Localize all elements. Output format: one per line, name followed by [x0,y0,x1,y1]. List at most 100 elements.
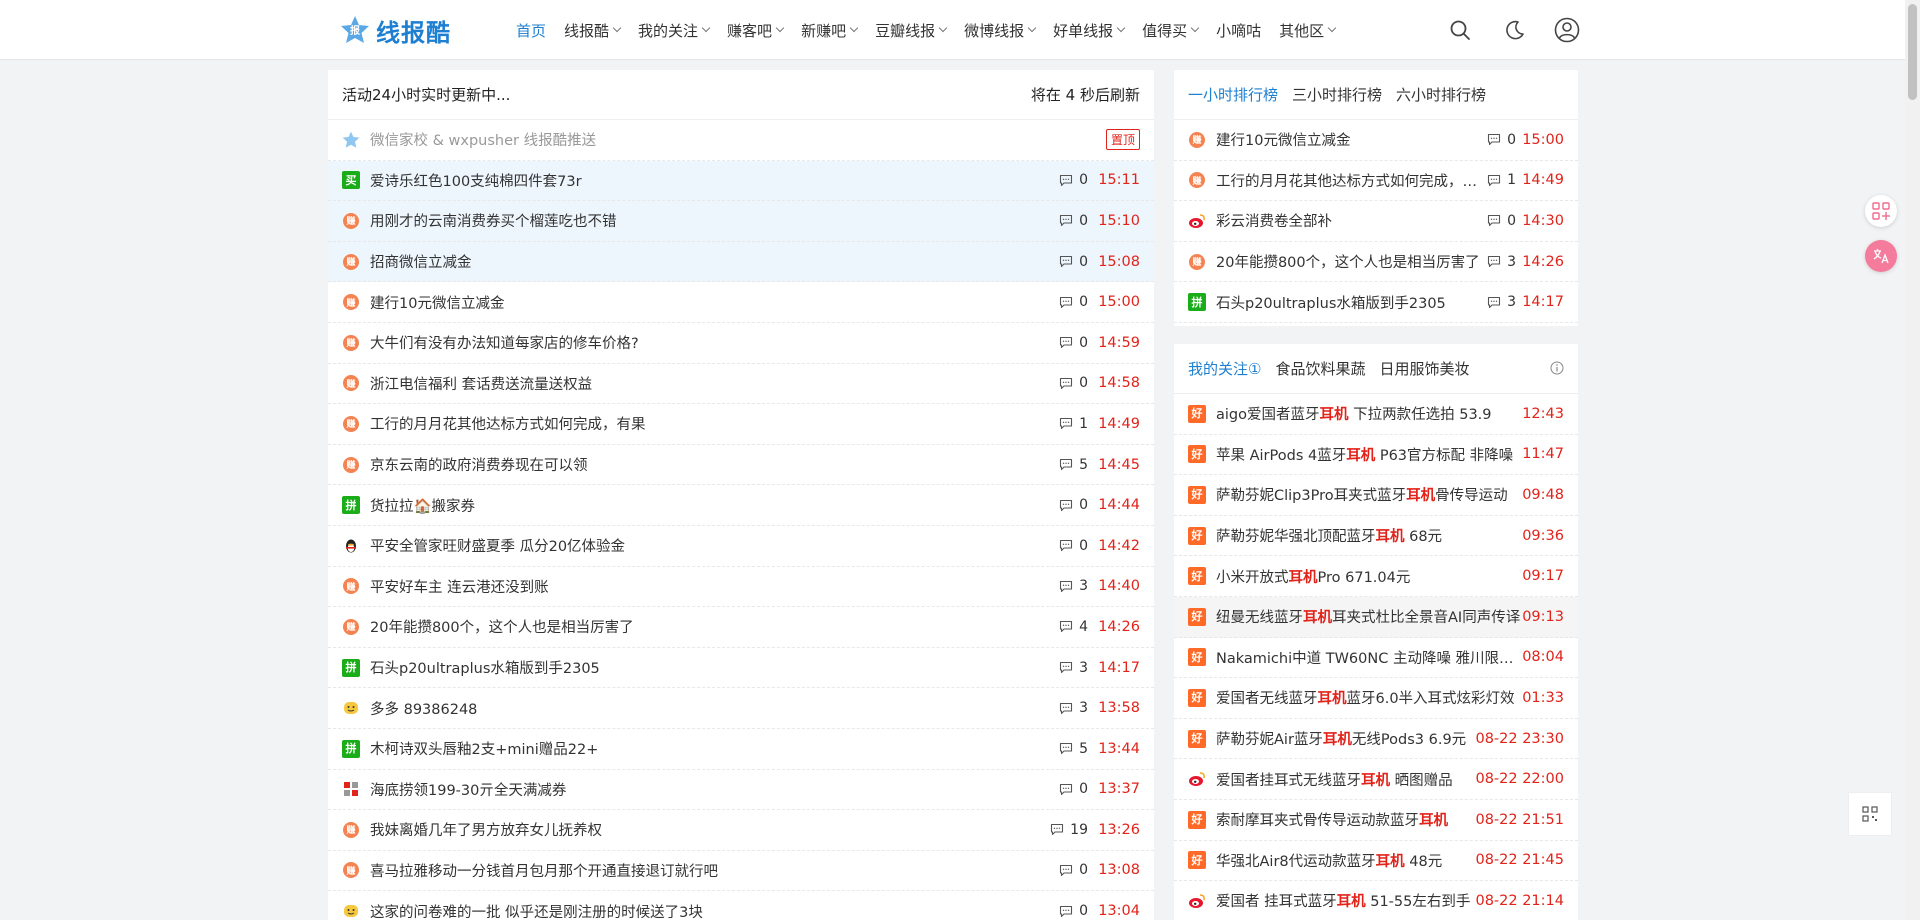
follow-title[interactable]: 小米开放式耳机Pro 671.04元 [1216,566,1522,587]
feed-row[interactable]: 平安全管家旺财盛夏季 瓜分20亿体验金 0 14:42 [328,526,1154,567]
follow-row[interactable]: 爱国者挂耳式无线蓝牙耳机 晒图赠品 08-22 22:00 [1174,759,1578,800]
feed-row[interactable]: 赚大牛们有没有办法知道每家店的修车价格? 0 14:59 [328,323,1154,364]
feed-title[interactable]: 爱诗乐红色100支纯棉四件套73r [370,170,1059,191]
follow-title[interactable]: 爱国者挂耳式无线蓝牙耳机 晒图赠品 [1216,769,1475,790]
follow-row[interactable]: 好萨勒芬妮华强北顶配蓝牙耳机 68元 09:36 [1174,516,1578,557]
feed-title[interactable]: 浙江电信福利 套话费送流量送权益 [370,373,1059,394]
feed-title[interactable]: 木柯诗双头唇釉2支+mini赠品22+ [370,738,1059,759]
follow-row[interactable]: 好爱国者无线蓝牙耳机蓝牙6.0半入耳式炫彩灯效 01:33 [1174,678,1578,719]
nav-item[interactable]: 小嘀咕 [1216,20,1261,41]
feed-title[interactable]: 建行10元微信立减金 [370,292,1059,313]
feed-row[interactable]: 赚浙江电信福利 套话费送流量送权益 0 14:58 [328,364,1154,405]
site-logo[interactable]: 报 线报酷 [340,14,451,47]
follow-row[interactable]: 好索耐摩耳夹式骨传导运动款蓝牙耳机 08-22 21:51 [1174,800,1578,841]
feed-row[interactable]: 拼木柯诗双头唇釉2支+mini赠品22+ 5 13:44 [328,729,1154,770]
feed-row[interactable]: 拼石头p20ultraplus水箱版到手2305 3 14:17 [328,648,1154,689]
feed-title[interactable]: 用刚才的云南消费券买个榴莲吃也不错 [370,210,1059,231]
feed-row[interactable]: 赚招商微信立减金 0 15:08 [328,241,1154,283]
feed-row[interactable]: 赚京东云南的政府消费券现在可以领 5 14:45 [328,445,1154,486]
feed-row[interactable]: 赚平安好车主 连云港还没到账 3 14:40 [328,567,1154,608]
feed-row[interactable]: 这家的问卷难的一批 似乎还是刚注册的时候送了3块 0 13:04 [328,891,1154,920]
ranking-title[interactable]: 建行10元微信立减金 [1216,129,1487,150]
follow-row[interactable]: 好萨勒芬妮Clip3Pro耳夹式蓝牙耳机骨传导运动 09:48 [1174,475,1578,516]
follow-row[interactable]: 好小米开放式耳机Pro 671.04元 09:17 [1174,556,1578,597]
feed-row[interactable]: 赚我妹离婚几年了男方放弃女儿抚养权 19 13:26 [328,810,1154,851]
pinned-row[interactable]: 微信家校 & wxpusher 线报酷推送 置顶 [328,120,1154,161]
follow-title[interactable]: 索耐摩耳夹式骨传导运动款蓝牙耳机 [1216,809,1475,830]
pinned-title[interactable]: 微信家校 & wxpusher 线报酷推送 [370,129,1106,150]
ranking-row[interactable]: 赚建行10元微信立减金 0 15:00 [1174,120,1578,161]
feed-row[interactable]: 赚喜马拉雅移动一分钱首月包月那个开通直接退订就行吧 0 13:08 [328,851,1154,892]
feed-title[interactable]: 京东云南的政府消费券现在可以领 [370,454,1059,475]
follow-tab[interactable]: 食品饮料果蔬 [1275,358,1365,379]
feed-row[interactable]: 赚建行10元微信立减金 0 15:00 [328,282,1154,323]
follow-title[interactable]: 华强北Air8代运动款蓝牙耳机 48元 [1216,850,1475,871]
ranking-title[interactable]: 工行的月月花其他达标方式如何完成，有果 [1216,170,1487,191]
nav-item[interactable]: 新赚吧 [801,20,859,41]
scrollbar-thumb[interactable] [1908,4,1917,100]
feed-title[interactable]: 我妹离婚几年了男方放弃女儿抚养权 [370,819,1050,840]
dark-mode-moon-icon[interactable] [1501,16,1529,44]
ranking-tab[interactable]: 三小时排行榜 [1292,84,1382,105]
follow-tab[interactable]: 日用服饰美妆 [1379,358,1469,379]
follow-row[interactable]: 好 Nakamichi中道 TW60NC 主动降噪 雅川限定款 08:04 [1174,638,1578,679]
nav-item[interactable]: 好单线报 [1053,20,1126,41]
follow-title[interactable]: 萨勒芬妮Air蓝牙耳机无线Pods3 6.9元 [1216,728,1475,749]
ranking-title[interactable]: 石头p20ultraplus水箱版到手2305 [1216,292,1487,313]
follow-row[interactable]: 好纽曼无线蓝牙耳机耳夹式杜比全景音AI同声传译 09:13 [1174,596,1578,638]
ranking-title[interactable]: 20年能攒800个，这个人也是相当厉害了 [1216,251,1487,272]
feed-title[interactable]: 这家的问卷难的一批 似乎还是刚注册的时候送了3块 [370,901,1059,920]
feed-row[interactable]: 赚 20年能攒800个，这个人也是相当厉害了 4 14:26 [328,607,1154,648]
qrcode-icon[interactable] [1848,792,1892,836]
follow-title[interactable]: 爱国者 挂耳式蓝牙耳机 51-55左右到手 [1216,890,1475,911]
feed-row[interactable]: 赚用刚才的云南消费券买个榴莲吃也不错 0 15:10 [328,201,1154,242]
ranking-row[interactable]: 拼石头p20ultraplus水箱版到手2305 3 14:17 [1174,282,1578,323]
feed-title[interactable]: 大牛们有没有办法知道每家店的修车价格? [370,332,1059,353]
feed-title[interactable]: 货拉拉🏠搬家券 [370,495,1059,516]
feed-row[interactable]: 拼货拉拉🏠搬家券 0 14:44 [328,485,1154,526]
nav-item[interactable]: 首页 [516,20,546,41]
user-avatar-icon[interactable] [1553,16,1581,44]
feed-row[interactable]: 海底捞领199-30亓全天满减券 0 13:37 [328,770,1154,811]
feed-title[interactable]: 平安全管家旺财盛夏季 瓜分20亿体验金 [370,535,1059,556]
nav-item[interactable]: 线报酷 [564,20,622,41]
follow-title[interactable]: 爱国者无线蓝牙耳机蓝牙6.0半入耳式炫彩灯效 [1216,687,1522,708]
feed-title[interactable]: 多多 89386248 [370,698,1059,719]
feed-title[interactable]: 平安好车主 连云港还没到账 [370,576,1059,597]
feed-row[interactable]: 赚工行的月月花其他达标方式如何完成，有果 1 14:49 [328,404,1154,445]
feed-title[interactable]: 石头p20ultraplus水箱版到手2305 [370,657,1059,678]
ranking-row[interactable]: 赚 20年能攒800个，这个人也是相当厉害了 3 14:26 [1174,242,1578,283]
info-icon[interactable] [1550,361,1564,379]
follow-tab[interactable]: 我的关注① [1188,358,1261,379]
feed-row[interactable]: 买爱诗乐红色100支纯棉四件套73r 0 15:11 [328,160,1154,202]
nav-item[interactable]: 赚客吧 [727,20,785,41]
ranking-title[interactable]: 彩云消费卷全部补 [1216,210,1487,231]
nav-item[interactable]: 我的关注 [638,20,711,41]
ranking-tab[interactable]: 一小时排行榜 [1188,84,1278,105]
follow-row[interactable]: 好 aigo爱国者蓝牙耳机 下拉两款任选拍 53.9 12:43 [1174,394,1578,435]
feed-title[interactable]: 喜马拉雅移动一分钱首月包月那个开通直接退订就行吧 [370,860,1059,881]
follow-title[interactable]: Nakamichi中道 TW60NC 主动降噪 雅川限定款 [1216,647,1522,668]
follow-title[interactable]: 萨勒芬妮华强北顶配蓝牙耳机 68元 [1216,525,1522,546]
search-icon[interactable] [1446,16,1474,44]
ranking-tab[interactable]: 六小时排行榜 [1396,84,1486,105]
follow-title[interactable]: 苹果 AirPods 4蓝牙耳机 P63官方标配 非降噪 [1216,444,1522,465]
follow-row[interactable]: 爱国者 挂耳式蓝牙耳机 51-55左右到手 08-22 21:14 [1174,881,1578,920]
follow-row[interactable]: 好萨勒芬妮Air蓝牙耳机无线Pods3 6.9元 08-22 23:30 [1174,719,1578,760]
nav-item[interactable]: 其他区 [1279,20,1337,41]
follow-row[interactable]: 好苹果 AirPods 4蓝牙耳机 P63官方标配 非降噪 11:47 [1174,435,1578,476]
follow-title[interactable]: 纽曼无线蓝牙耳机耳夹式杜比全景音AI同声传译 [1216,606,1522,627]
follow-title[interactable]: aigo爱国者蓝牙耳机 下拉两款任选拍 53.9 [1216,403,1522,424]
ranking-row[interactable]: 赚工行的月月花其他达标方式如何完成，有果 1 14:49 [1174,161,1578,202]
nav-item[interactable]: 微博线报 [964,20,1037,41]
ranking-row[interactable]: 彩云消费卷全部补 0 14:30 [1174,201,1578,242]
feed-title[interactable]: 招商微信立减金 [370,251,1059,272]
nav-item[interactable]: 豆瓣线报 [875,20,948,41]
feed-title[interactable]: 20年能攒800个，这个人也是相当厉害了 [370,616,1059,637]
apps-grid-float-icon[interactable] [1865,195,1897,227]
follow-title[interactable]: 萨勒芬妮Clip3Pro耳夹式蓝牙耳机骨传导运动 [1216,484,1522,505]
page-scrollbar[interactable] [1905,0,1920,920]
feed-row[interactable]: 多多 89386248 3 13:58 [328,688,1154,729]
translate-float-icon[interactable] [1865,240,1897,272]
follow-row[interactable]: 好华强北Air8代运动款蓝牙耳机 48元 08-22 21:45 [1174,841,1578,882]
